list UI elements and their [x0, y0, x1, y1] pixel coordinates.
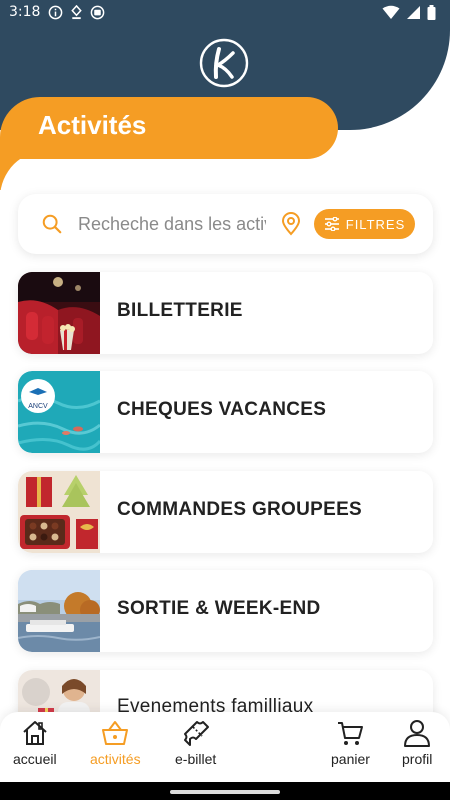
- nav-label: accueil: [13, 751, 57, 767]
- ancv-logo-text: ANCV: [28, 403, 48, 410]
- user-icon: [404, 720, 431, 747]
- nav-label: profil: [402, 751, 433, 767]
- search-bar: FILTRES: [18, 194, 433, 254]
- nav-label: activités: [90, 751, 141, 767]
- search-input[interactable]: [78, 209, 266, 239]
- home-icon: [23, 721, 47, 745]
- cart-icon: [338, 722, 364, 745]
- nav-activites[interactable]: activités: [90, 718, 141, 767]
- data-saver-icon: [71, 5, 82, 20]
- wifi-icon: [382, 5, 400, 19]
- location-pin-icon[interactable]: [281, 212, 301, 236]
- nav-profil[interactable]: profil: [402, 718, 432, 767]
- app-notification-icon: [90, 5, 105, 20]
- status-bar: 3:18: [0, 0, 450, 26]
- nav-accueil[interactable]: accueil: [13, 718, 57, 767]
- page-title: Activités: [38, 110, 147, 140]
- battery-icon: [427, 5, 436, 20]
- category-label: COMMANDES GROUPEES: [117, 499, 363, 520]
- filters-button[interactable]: FILTRES: [314, 209, 415, 239]
- category-label: CHEQUES VACANCES: [117, 399, 327, 420]
- status-time: 3:18: [9, 4, 41, 20]
- ancv-thumbnail: ANCV: [18, 371, 100, 453]
- category-sortie-week-end[interactable]: SORTIE & WEEK-END: [18, 570, 433, 652]
- cinema-thumbnail: [18, 272, 100, 354]
- paris-river-thumbnail: [18, 570, 100, 652]
- sliders-icon: [324, 217, 339, 231]
- filters-label: FILTRES: [345, 216, 406, 232]
- category-cheques-vacances[interactable]: ANCV CHEQUES VACANCES: [18, 371, 433, 453]
- chocolates-thumbnail: [18, 471, 100, 553]
- bottom-navigation: accueil activités e-billet panier profil: [0, 712, 450, 782]
- category-billetterie[interactable]: BILLETTERIE: [18, 272, 433, 354]
- nav-label: e-billet: [175, 751, 217, 767]
- signal-icon: [407, 6, 420, 19]
- gesture-handle[interactable]: [170, 790, 280, 794]
- ticket-icon: [183, 721, 209, 746]
- category-label: SORTIE & WEEK-END: [117, 598, 321, 619]
- k-logo-icon: [199, 38, 249, 88]
- category-label: BILLETTERIE: [117, 300, 243, 321]
- info-icon: [48, 5, 63, 20]
- search-icon[interactable]: [41, 213, 63, 235]
- basket-icon: [102, 721, 129, 745]
- nav-label: panier: [331, 751, 370, 767]
- nav-e-billet[interactable]: e-billet: [175, 718, 216, 767]
- category-commandes-groupees[interactable]: COMMANDES GROUPEES: [18, 471, 433, 553]
- nav-panier[interactable]: panier: [331, 718, 370, 767]
